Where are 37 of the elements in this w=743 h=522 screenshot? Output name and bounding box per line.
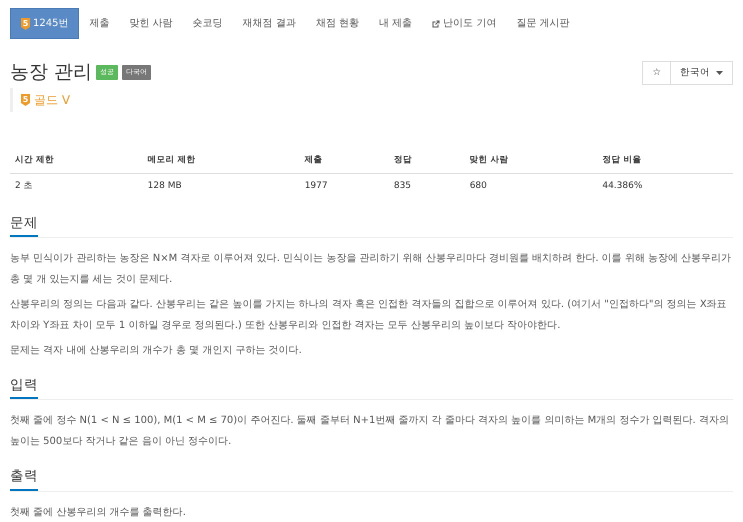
section-heading: 입력 (10, 377, 38, 400)
nav-tab[interactable]: 재채점 결과 (232, 8, 306, 39)
column-header: 정답 (388, 148, 465, 174)
column-header: 맞힌 사람 (464, 148, 598, 174)
tier-icon: 5 (21, 18, 30, 30)
paragraph: 첫째 줄에 정수 N(1 < N ≤ 100), M(1 < M ≤ 70)이 주어진다. 둘째 줄부터 N+1번째 줄까지 각 줄마다 격자의 높이를 의미하는 M개의 정수가 입력된다. 격자의 높이는 500보다 작거나 같은 음이 아닌 정수이다. (10, 414, 730, 450)
table-cell: 128 MB (142, 173, 300, 200)
column-header: 시간 제한 (10, 148, 143, 174)
paragraph: 농부 민식이가 관리하는 농장은 N×M 격자로 이루어져 있다. 민식이는 농장을 관리하기 위해 산봉우리마다 경비원를 배치하려 한다. 이를 위해 농장에 산봉우리가 총 몇 개 있는지를 세는 것이 문제다. (10, 252, 732, 288)
table-cell: 835 (388, 173, 465, 200)
problem-title: 농장 관리 (10, 61, 92, 84)
tier-icon: 5 (21, 94, 30, 106)
nav-tab[interactable]: 질문 게시판 (506, 8, 580, 39)
section-heading: 출력 (10, 468, 38, 491)
table-cell: 680 (464, 173, 598, 200)
nav-tab[interactable]: 난이도 기여 (422, 8, 506, 39)
paragraph: 문제는 격자 내에 산봉우리의 개수가 총 몇 개인지 구하는 것이다. (10, 344, 303, 358)
caret-icon (716, 70, 723, 76)
paragraph: 첫째 줄에 산봉우리의 개수를 출력한다. (10, 506, 187, 520)
column-header: 메모리 제한 (142, 148, 300, 174)
nav-tab[interactable]: 채점 현황 (306, 8, 370, 39)
table-cell: 1977 (300, 173, 389, 200)
nav-tab[interactable]: 맞힌 사람 (119, 8, 183, 39)
table-cell: 44.386% (597, 173, 733, 200)
section-heading: 문제 (10, 215, 38, 238)
column-header: 제출 (300, 148, 389, 174)
nav-tab[interactable]: 내 제출 (369, 8, 422, 39)
nav-tab[interactable]: 제출 (79, 8, 120, 39)
nav-tab[interactable]: 숏코딩 (182, 8, 233, 39)
nav-tab[interactable]: 5 1245번 (10, 8, 80, 39)
language-dropdown[interactable]: 한국어 (671, 61, 733, 86)
external-link-icon (432, 20, 440, 28)
table-cell: 2 초 (10, 173, 143, 200)
paragraph: 산봉우리의 정의는 다음과 같다. 산봉우리는 같은 높이를 가지는 하나의 격자 혹은 인접한 격자들의 집합으로 이루어져 있다. (여기서 "인접하다"의 정의는 X좌표 차이와 Y좌표 차이 모두 1 이하일 경우로 정의된다.) 또한 산봉우리와 인접한 격자는 모두 산봉우리의 높이보다 작아야한다. (10, 298, 728, 334)
column-header: 정답 비율 (597, 148, 733, 174)
tier-label: 골드 V (34, 92, 70, 109)
star-button[interactable]: ☆ (642, 61, 671, 86)
